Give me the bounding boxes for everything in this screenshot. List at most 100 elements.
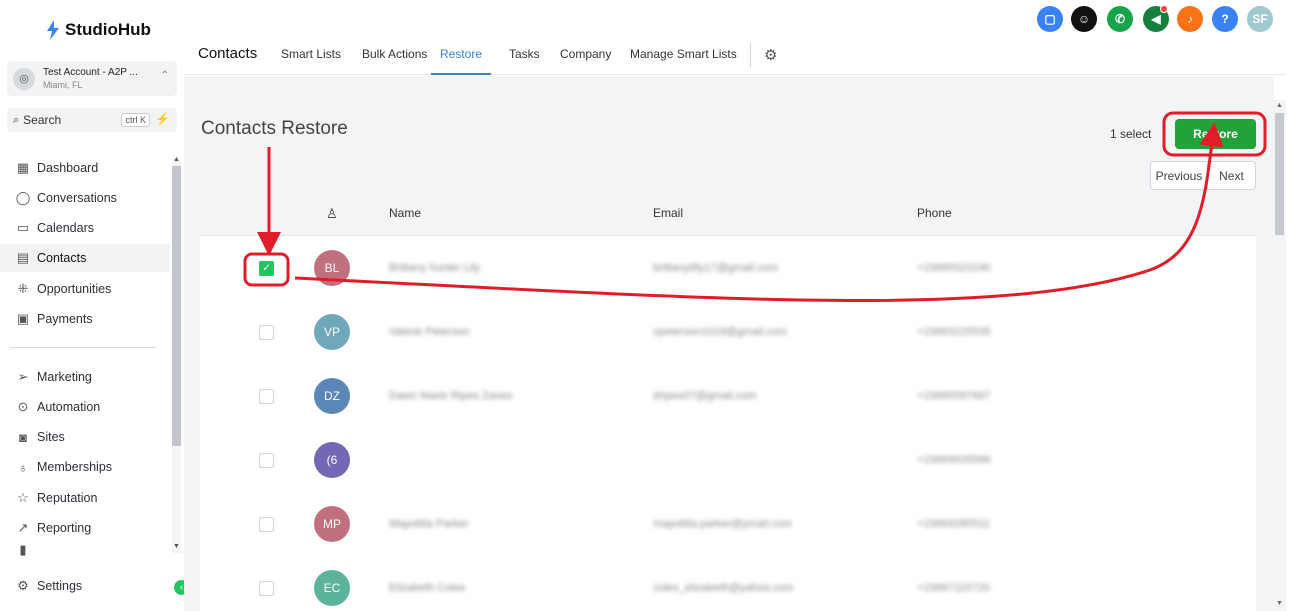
payments-icon: ▣ <box>16 311 30 326</box>
account-location: Miami, FL <box>43 79 83 90</box>
nav-divider <box>750 43 751 67</box>
brand-logo[interactable]: StudioHub <box>45 20 151 40</box>
star-icon: ☆ <box>17 490 29 505</box>
restore-button[interactable]: Restore <box>1175 119 1256 149</box>
contact-phone-redacted: +15865523190 <box>917 262 991 274</box>
sites-icon: ◙ <box>19 429 27 445</box>
person-icon: ♙ <box>326 206 338 221</box>
sidebar-item-sites[interactable]: ◙ Sites <box>0 423 170 451</box>
sidebar-item-memberships[interactable]: ♁ Memberships <box>0 453 170 481</box>
contact-avatar: VP <box>314 314 350 350</box>
contacts-table: ♙ Name Email Phone ✓ BL Brittany hunter … <box>200 190 1256 611</box>
brand-name: StudioHub <box>65 20 151 39</box>
gear-icon[interactable]: ⚙ <box>764 46 777 64</box>
next-button[interactable]: Next <box>1208 162 1255 189</box>
tab-manage-smart-lists[interactable]: Manage Smart Lists <box>630 47 737 75</box>
section-title[interactable]: Contacts <box>198 45 257 73</box>
sidebar-item-settings[interactable]: ⚙ Settings <box>0 572 170 600</box>
sidebar-divider <box>10 347 156 348</box>
contacts-icon: ▤ <box>16 250 30 265</box>
account-switcher[interactable]: ◎ Test Account - A2P ... Miami, FL ⌃ <box>7 61 177 96</box>
row-checkbox[interactable] <box>259 389 274 404</box>
sidebar-item-automation[interactable]: ⊙ Automation <box>0 393 170 421</box>
main-scrollbar-thumb[interactable] <box>1275 113 1284 235</box>
sidebar-item-marketing[interactable]: ➢ Marketing <box>0 363 170 391</box>
sidebar-item-reputation[interactable]: ☆ Reputation <box>0 484 170 512</box>
automation-icon: ⊙ <box>17 399 29 414</box>
sidebar-item-label: Contacts <box>37 251 87 265</box>
scroll-up-icon[interactable]: ▲ <box>1276 102 1283 109</box>
table-row[interactable]: DZ Dawn Marie Ripes Zanes dripes07@gmail… <box>200 364 1256 428</box>
column-name[interactable]: Name <box>389 206 421 220</box>
sidebar-item-dashboard[interactable]: ▦ Dashboard <box>0 154 170 182</box>
column-phone[interactable]: Phone <box>917 206 952 220</box>
bolt-icon[interactable]: ⚡ <box>155 112 170 126</box>
phone-icon[interactable]: ✆ <box>1107 6 1133 32</box>
search-icon: ⌕ <box>13 113 20 126</box>
sidebar-item-label: Settings <box>37 579 83 593</box>
robot-icon[interactable]: ☺ <box>1071 6 1097 32</box>
page-title: Contacts Restore <box>201 118 348 139</box>
selected-count: 1 select <box>1110 127 1152 141</box>
calendar-icon: ▭ <box>16 220 30 235</box>
sidebar-item-calendars[interactable]: ▭ Calendars <box>0 214 170 242</box>
contact-phone-redacted: +15869935586 <box>917 454 991 466</box>
opportunities-icon: ⁜ <box>17 281 29 296</box>
table-row[interactable]: MP Mapolitia Parker mapolitia.parker@yma… <box>200 492 1256 556</box>
contact-avatar: MP <box>314 506 350 542</box>
scroll-up-icon[interactable]: ▲ <box>173 156 180 163</box>
sidebar-item-reporting[interactable]: ↗ Reporting <box>0 514 170 542</box>
book-icon: ▮ <box>19 543 27 557</box>
row-checkbox[interactable] <box>259 581 274 596</box>
row-checkbox[interactable] <box>259 517 274 532</box>
memberships-icon: ♁ <box>18 459 28 475</box>
contact-phone-redacted: +15865597667 <box>917 390 991 402</box>
previous-button[interactable]: Previous <box>1151 162 1208 189</box>
sidebar-item-label: Marketing <box>37 370 92 384</box>
contact-name-redacted: Valerie Peterson <box>389 326 470 338</box>
sidebar-item-contacts[interactable]: ▤ Contacts <box>0 244 170 272</box>
help-icon[interactable]: ? <box>1212 6 1238 32</box>
sidebar-item-partial[interactable]: ▮ <box>0 543 170 557</box>
chevron-updown-icon: ⌃ <box>160 70 169 81</box>
tab-smart-lists[interactable]: Smart Lists <box>281 47 341 75</box>
contact-name-redacted: Mapolitia Parker <box>389 518 469 530</box>
sidebar-search[interactable]: ⌕ Search ctrl K ⚡ <box>7 108 177 132</box>
sidebar-item-conversations[interactable]: ◯ Conversations <box>0 184 170 212</box>
sidebar-item-label: Payments <box>37 312 93 326</box>
sidebar: StudioHub ◎ Test Account - A2P ... Miami… <box>0 0 189 611</box>
tab-bulk-actions[interactable]: Bulk Actions <box>362 47 427 75</box>
send-icon: ➢ <box>17 369 29 384</box>
user-avatar[interactable]: SF <box>1247 6 1273 32</box>
contact-email-redacted: mapolitia.parker@ymail.com <box>653 518 792 530</box>
sidebar-item-label: Dashboard <box>37 161 99 175</box>
table-row[interactable]: EC Elizabeth Coles coles_elizabeth@yahoo… <box>200 556 1256 611</box>
sidebar-scrollbar-thumb[interactable] <box>172 166 181 446</box>
notification-dot <box>1160 5 1168 13</box>
scroll-down-icon[interactable]: ▼ <box>1276 600 1283 607</box>
sidebar-item-opportunities[interactable]: ⁜ Opportunities <box>0 275 170 303</box>
contact-name-redacted: Dawn Marie Ripes Zanes <box>389 390 513 402</box>
contact-phone-redacted: +15867115720 <box>917 582 990 594</box>
row-checkbox[interactable] <box>259 453 274 468</box>
column-email[interactable]: Email <box>653 206 683 220</box>
contact-phone-redacted: +15863225535 <box>917 326 991 338</box>
table-row[interactable]: VP Valerie Peterson vpeterson1019@gmail.… <box>200 300 1256 364</box>
row-checkbox[interactable]: ✓ <box>259 261 274 276</box>
tab-restore[interactable]: Restore <box>431 47 492 75</box>
bell-icon[interactable]: ♪ <box>1177 6 1203 32</box>
pagination: Previous Next <box>1150 161 1256 190</box>
contact-avatar: EC <box>314 570 350 606</box>
contact-email-redacted: vpeterson1019@gmail.com <box>653 326 788 338</box>
row-checkbox[interactable] <box>259 325 274 340</box>
contact-email-redacted: dripes07@gmail.com <box>653 390 757 402</box>
tab-company[interactable]: Company <box>560 47 611 75</box>
table-row[interactable]: ✓ BL Brittany hunter Lily brittanylilly1… <box>200 236 1256 300</box>
logo-icon <box>47 20 59 40</box>
table-row[interactable]: (6 +15869935586 <box>200 428 1256 492</box>
tab-tasks[interactable]: Tasks <box>509 47 540 75</box>
chat-widget-icon[interactable]: ▢ <box>1037 6 1063 32</box>
sidebar-item-payments[interactable]: ▣ Payments <box>0 305 170 333</box>
scroll-down-icon[interactable]: ▼ <box>173 543 180 550</box>
account-name: Test Account - A2P ... <box>43 66 138 78</box>
